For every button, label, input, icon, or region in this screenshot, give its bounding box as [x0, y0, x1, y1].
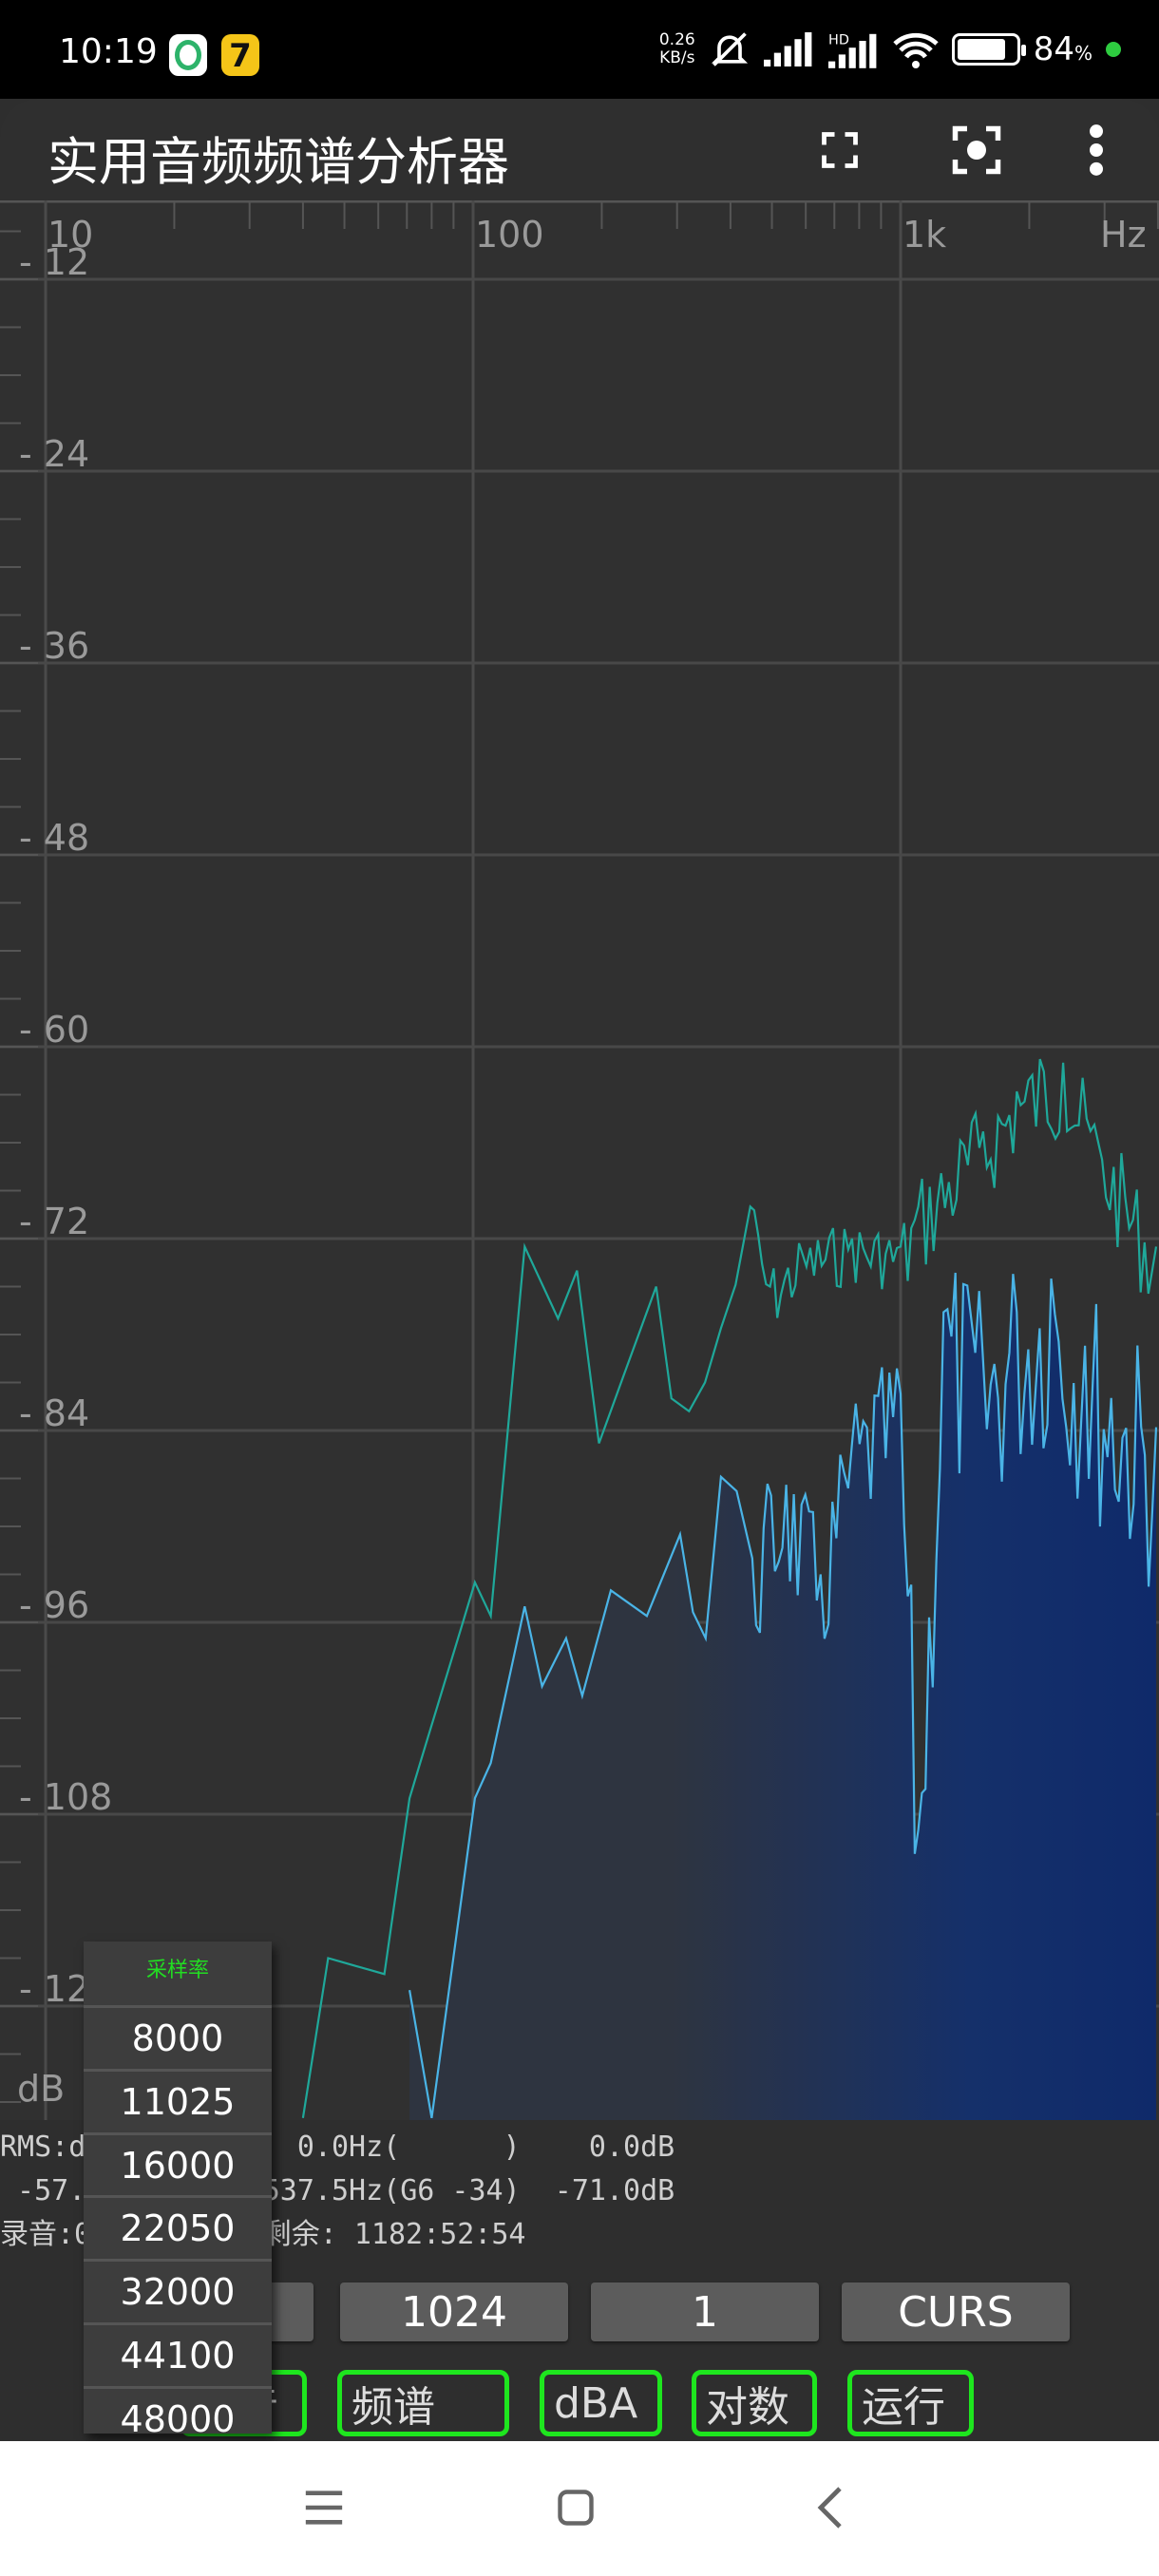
y-tick-label: - 72 [19, 1201, 90, 1242]
y-tick-label: - 60 [19, 1009, 90, 1051]
svg-text:HD: HD [828, 33, 849, 48]
y-tick-label: - 36 [19, 625, 90, 667]
battery-percent: 84% [1033, 30, 1092, 68]
status-bar: 10:19 7 0.26 KB/s HD 84% [0, 0, 1159, 99]
fft-size-button[interactable]: 1024 [340, 2282, 568, 2341]
wifi-icon [893, 32, 939, 68]
cursor-mode-button[interactable]: CURS [842, 2282, 1070, 2341]
y-tick-label: - 96 [19, 1584, 90, 1626]
menu-title: 采样率 [84, 1941, 272, 2008]
spectrum-fill [409, 1273, 1156, 2120]
y-tick-label: - 48 [19, 817, 90, 859]
signal-icon [763, 32, 812, 66]
fullscreen-button[interactable] [809, 120, 870, 180]
sample-rate-menu: 采样率 8000 11025 16000 22050 32000 44100 4… [84, 1941, 272, 2440]
hd-signal-icon: HD [827, 33, 877, 68]
y-tick-label: - 12 [19, 241, 90, 283]
menu-icon[interactable] [302, 2487, 346, 2529]
privacy-indicator-dot [1106, 42, 1121, 57]
menu-option[interactable]: 8000 [84, 2008, 272, 2072]
menu-option[interactable]: 32000 [84, 2262, 272, 2325]
screenshot-icon [952, 125, 1001, 175]
more-options-button[interactable] [1066, 120, 1127, 180]
app-bar: 实用音频频谱分析器 [0, 99, 1159, 200]
menu-option[interactable]: 44100 [84, 2325, 272, 2389]
average-button[interactable]: 1 [591, 2282, 819, 2341]
home-icon[interactable] [555, 2487, 597, 2529]
y-axis-unit: dB [17, 2068, 66, 2110]
back-icon[interactable] [813, 2485, 847, 2530]
screenshot-button[interactable] [946, 120, 1007, 180]
y-tick-label: - 108 [19, 1776, 113, 1818]
y-tick-label: - 24 [19, 433, 90, 475]
y-tick-label: - 84 [19, 1392, 90, 1434]
clock: 10:19 [59, 32, 158, 71]
toggle-log[interactable]: 对数 [692, 2370, 817, 2436]
toggle-dba[interactable]: dBA [540, 2370, 662, 2436]
x-axis-unit: Hz [1100, 214, 1147, 256]
menu-option[interactable]: 16000 [84, 2135, 272, 2199]
bell-muted-icon [711, 32, 748, 66]
menu-option[interactable]: 22050 [84, 2198, 272, 2263]
app-notification-icon: 7 [221, 34, 259, 76]
spectrum-plot [0, 200, 1159, 2120]
app-title: 实用音频频谱分析器 [48, 132, 509, 192]
spectrum-chart[interactable]: 10 100 1k Hz - 12- 24- 36- 48- 60- 72- 84- 9… [0, 200, 1159, 2120]
toggle-spectrum[interactable]: 频谱 [337, 2370, 509, 2436]
more-vert-icon [1090, 124, 1103, 176]
app-notification-icon [169, 34, 207, 76]
fullscreen-icon [822, 132, 858, 168]
x-tick-label: 100 [475, 214, 544, 256]
x-tick-label: 1k [902, 214, 947, 256]
battery-icon [951, 33, 1026, 66]
network-speed: 0.26 KB/s [658, 30, 695, 67]
menu-option[interactable]: 11025 [84, 2072, 272, 2135]
navigation-bar [0, 2441, 1159, 2576]
toggle-run[interactable]: 运行 [847, 2370, 974, 2436]
